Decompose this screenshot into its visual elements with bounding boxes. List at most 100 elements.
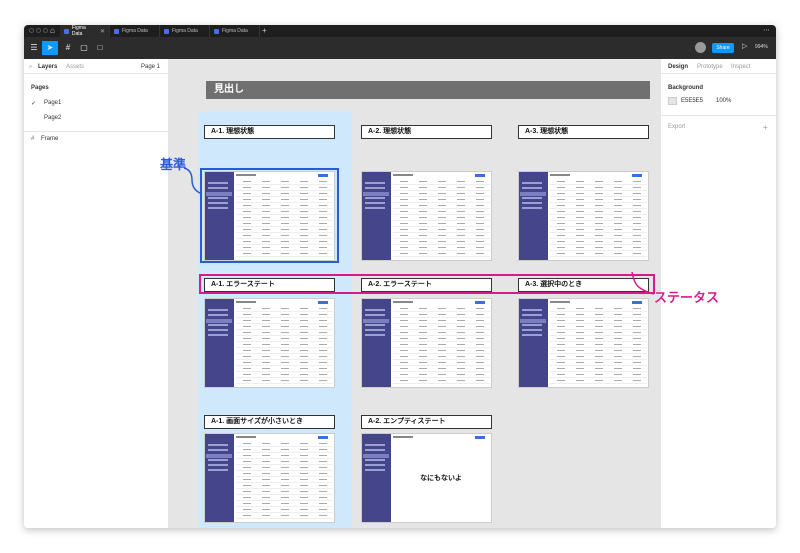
mock-cell <box>476 326 484 327</box>
mock-cell <box>457 211 465 212</box>
mock-cell <box>614 326 622 327</box>
mock-cell <box>476 253 484 254</box>
mock-cell <box>576 338 584 339</box>
mock-cell <box>419 187 427 188</box>
mock-cell <box>281 368 289 369</box>
mock-cell <box>300 362 308 363</box>
mock-row <box>236 446 333 447</box>
canvas[interactable]: 見出し A-1. 理想状態 A-2. 理想状態 A-3. 理想状態 A-1. エ… <box>169 59 660 528</box>
layer-frame[interactable]: Frame <box>41 136 58 142</box>
canvas-heading: 見出し <box>206 81 650 99</box>
mock-button <box>475 174 485 177</box>
mock-cell <box>633 181 641 182</box>
new-tab-icon[interactable]: + <box>262 26 267 35</box>
mock-cell <box>281 344 289 345</box>
mock-cell <box>319 455 327 456</box>
mock-cell <box>300 497 308 498</box>
mock-cell <box>319 491 327 492</box>
frame-a3-selecting[interactable] <box>518 298 649 388</box>
mock-cell <box>457 205 465 206</box>
tab-inspect[interactable]: Inspect <box>731 64 750 70</box>
mock-header <box>393 301 413 303</box>
frame-a2-error[interactable] <box>361 298 492 388</box>
mock-cell <box>419 314 427 315</box>
tab-design[interactable]: Design <box>668 64 688 70</box>
avatar[interactable] <box>695 42 706 53</box>
mock-cell <box>476 235 484 236</box>
tab-assets[interactable]: Assets <box>66 64 84 70</box>
frame-a2-ideal[interactable] <box>361 171 492 261</box>
main-menu-icon[interactable]: ☰ <box>28 41 40 55</box>
play-icon[interactable]: ▷ <box>742 42 747 50</box>
mock-row <box>236 365 333 366</box>
page-selector[interactable]: Page 1 <box>141 64 160 70</box>
mock-cell <box>614 211 622 212</box>
home-icon[interactable]: ⌂ <box>50 27 58 35</box>
page-item-page2[interactable]: Page2 <box>44 115 61 121</box>
mock-cell <box>262 503 270 504</box>
mock-row <box>236 452 333 453</box>
mock-cell <box>319 485 327 486</box>
mock-cell <box>457 308 465 309</box>
frame-a1-small[interactable] <box>204 433 335 523</box>
mock-sidebar <box>205 434 234 522</box>
mock-cell <box>576 314 584 315</box>
mock-button <box>475 436 485 439</box>
file-icon <box>214 28 219 34</box>
mock-cell <box>576 199 584 200</box>
comment-tool-icon[interactable]: □ <box>94 41 106 55</box>
mock-row <box>236 353 333 354</box>
mock-cell <box>319 461 327 462</box>
tab-figma-data-4[interactable]: Figma Data <box>210 25 260 37</box>
mock-cell <box>438 205 446 206</box>
mock-cell <box>576 374 584 375</box>
mock-cell <box>614 253 622 254</box>
page-item-page1[interactable]: Page1 <box>44 100 61 106</box>
mock-cell <box>576 235 584 236</box>
mock-cell <box>557 181 565 182</box>
mock-cell <box>457 314 465 315</box>
background-swatch[interactable] <box>668 97 677 105</box>
mock-cell <box>476 380 484 381</box>
mock-cell <box>457 356 465 357</box>
frame-a2-empty[interactable]: なにもないよ <box>361 433 492 523</box>
add-export-icon[interactable]: + <box>763 123 768 132</box>
tab-figma-data-3[interactable]: Figma Data <box>160 25 210 37</box>
close-icon[interactable]: ✕ <box>100 28 105 35</box>
mock-cell <box>457 332 465 333</box>
mock-cell <box>243 509 251 510</box>
frame-tool-icon[interactable]: # <box>62 41 74 55</box>
mock-cell <box>400 326 408 327</box>
tab-prototype[interactable]: Prototype <box>697 64 723 70</box>
mock-cell <box>438 211 446 212</box>
mock-cell <box>419 326 427 327</box>
mock-cell <box>595 211 603 212</box>
window-controls[interactable] <box>29 28 48 33</box>
mock-cell <box>419 235 427 236</box>
share-button[interactable]: Share <box>712 43 734 53</box>
mock-cell <box>576 193 584 194</box>
shape-tool-icon[interactable]: ▢ <box>78 41 90 55</box>
mock-header <box>393 436 413 438</box>
mock-cell <box>281 380 289 381</box>
zoom-level[interactable]: 994% <box>755 44 768 50</box>
frame-a1-error[interactable] <box>204 298 335 388</box>
mock-cell <box>457 253 465 254</box>
mock-cell <box>243 443 251 444</box>
mock-cell <box>281 443 289 444</box>
mock-cell <box>595 193 603 194</box>
background-opacity[interactable]: 100% <box>716 98 731 104</box>
tab-figma-data-2[interactable]: Figma Data <box>110 25 160 37</box>
mock-cell <box>419 368 427 369</box>
mock-row <box>236 323 333 324</box>
mock-cell <box>300 350 308 351</box>
more-icon[interactable]: ⋯ <box>763 26 770 34</box>
mock-row <box>393 311 490 312</box>
search-icon[interactable]: ⌕ <box>29 64 32 71</box>
mock-sidebar <box>519 299 548 387</box>
move-tool-icon[interactable]: ➤ <box>42 41 58 55</box>
frame-a3-ideal[interactable] <box>518 171 649 261</box>
tab-figma-data-1[interactable]: Figma Data ✕ <box>60 25 110 37</box>
tab-layers[interactable]: Layers <box>38 64 57 70</box>
background-hex[interactable]: E5E5E5 <box>681 98 703 104</box>
